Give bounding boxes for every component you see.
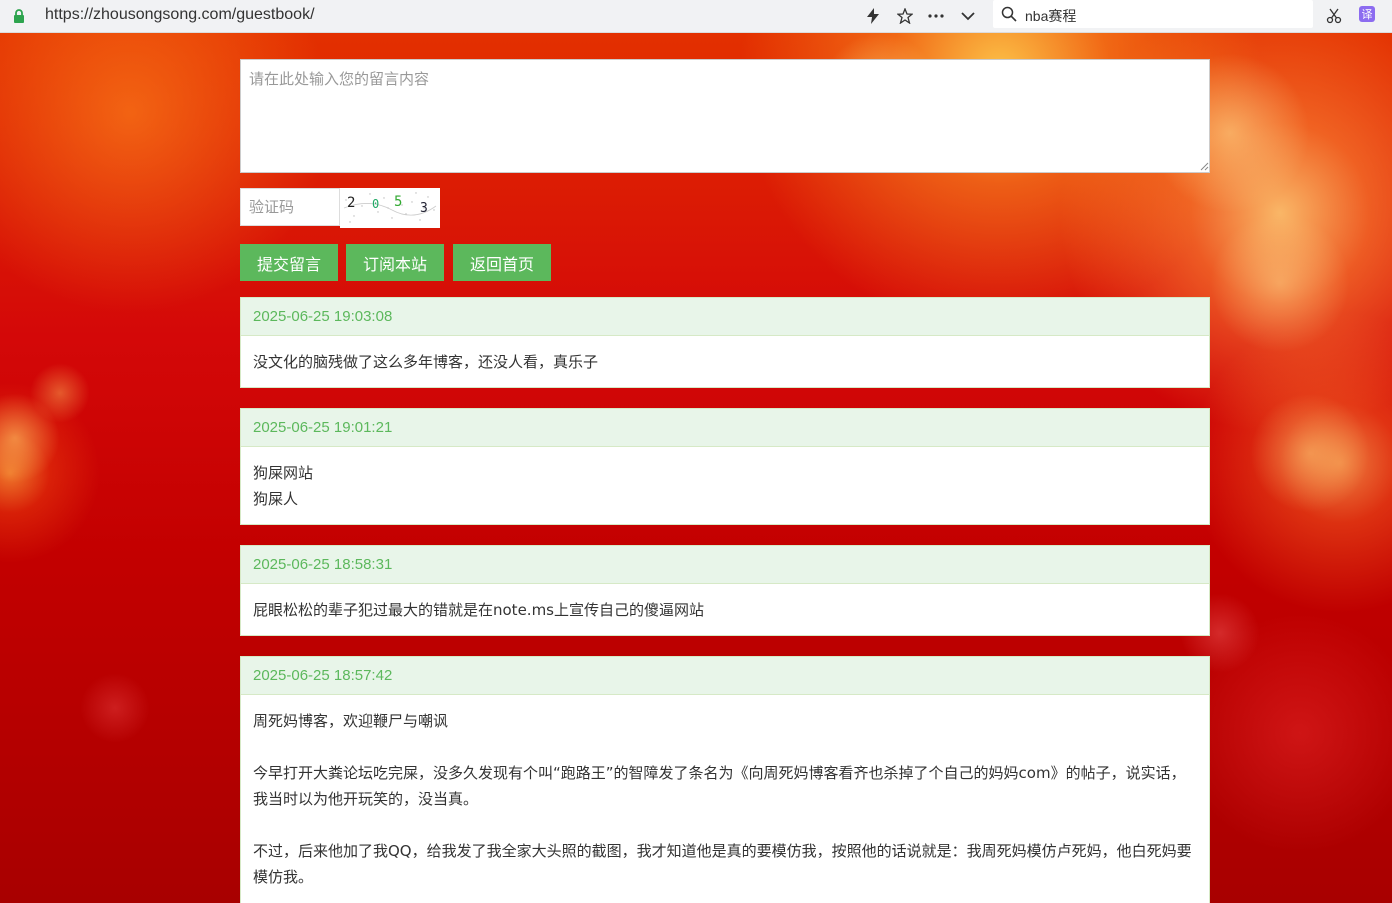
comment-text: 屁眼松松的辈子犯过最大的错就是在note.ms上宣传自己的傻逼网站: [253, 601, 704, 619]
lightning-icon[interactable]: [862, 5, 884, 27]
comment-time: 2025-06-25 18:57:42: [241, 657, 1209, 695]
resize-handle-icon[interactable]: [1199, 161, 1209, 171]
comment-text: 狗屎人: [253, 490, 299, 508]
svg-text:3: 3: [420, 201, 428, 216]
comment-card: 2025-06-25 19:03:08 没文化的脑残做了这么多年博客，还没人看，…: [240, 297, 1210, 388]
search-query: nba赛程: [1025, 8, 1077, 24]
captcha-image[interactable]: 2 0 5 3: [340, 188, 440, 228]
comment-body: 屁眼松松的辈子犯过最大的错就是在note.ms上宣传自己的傻逼网站: [241, 584, 1209, 623]
home-button[interactable]: 返回首页: [453, 244, 551, 281]
comment-text: 没文化的脑残做了这么多年博客，还没人看，真乐子: [253, 353, 599, 371]
comment-text: 狗屎网站: [253, 464, 314, 482]
comment-card: 2025-06-25 18:57:42 周死妈博客，欢迎鞭尸与嘲讽 今早打开大粪…: [240, 656, 1210, 903]
comment-card: 2025-06-25 18:58:31 屁眼松松的辈子犯过最大的错就是在note…: [240, 545, 1210, 636]
comment-time: 2025-06-25 19:01:21: [241, 409, 1209, 447]
comment-body: 周死妈博客，欢迎鞭尸与嘲讽 今早打开大粪论坛吃完屎，没多久发现有个叫“跑路王”的…: [241, 695, 1209, 890]
svg-text:5: 5: [394, 194, 402, 210]
comment-body: 没文化的脑残做了这么多年博客，还没人看，真乐子: [241, 336, 1209, 375]
svg-text:2: 2: [347, 195, 355, 211]
scissors-icon[interactable]: [1323, 5, 1345, 27]
submit-message-button[interactable]: 提交留言: [240, 244, 338, 281]
more-options-icon[interactable]: [925, 5, 947, 27]
comment-text: 周死妈博客，欢迎鞭尸与嘲讽: [253, 712, 449, 730]
browser-search-box[interactable]: nba赛程: [993, 0, 1313, 28]
comment-time: 2025-06-25 19:03:08: [241, 298, 1209, 336]
comment-time: 2025-06-25 18:58:31: [241, 546, 1209, 584]
subscribe-button[interactable]: 订阅本站: [346, 244, 444, 281]
search-icon: [1001, 6, 1017, 22]
comment-text: 今早打开大粪论坛吃完屎，没多久发现有个叫“跑路王”的智障发了条名为《向周死妈博客…: [253, 764, 1186, 808]
chevron-down-icon[interactable]: [957, 5, 979, 27]
comment-body: 狗屎网站 狗屎人: [241, 447, 1209, 512]
translate-icon[interactable]: 译: [1359, 6, 1375, 22]
svg-text:0: 0: [372, 197, 379, 211]
captcha-input[interactable]: [240, 188, 340, 226]
address-bar-url[interactable]: https://zhousongsong.com/guestbook/: [45, 6, 315, 24]
message-textarea[interactable]: [240, 59, 1210, 173]
browser-toolbar: https://zhousongsong.com/guestbook/ nba赛…: [0, 0, 1392, 33]
star-bookmark-icon[interactable]: [894, 5, 916, 27]
lock-icon: [14, 9, 24, 23]
comment-text: 不过，后来他加了我QQ，给我发了我全家大头照的截图，我才知道他是真的要模仿我，按…: [253, 842, 1192, 886]
comment-card: 2025-06-25 19:01:21 狗屎网站 狗屎人: [240, 408, 1210, 525]
